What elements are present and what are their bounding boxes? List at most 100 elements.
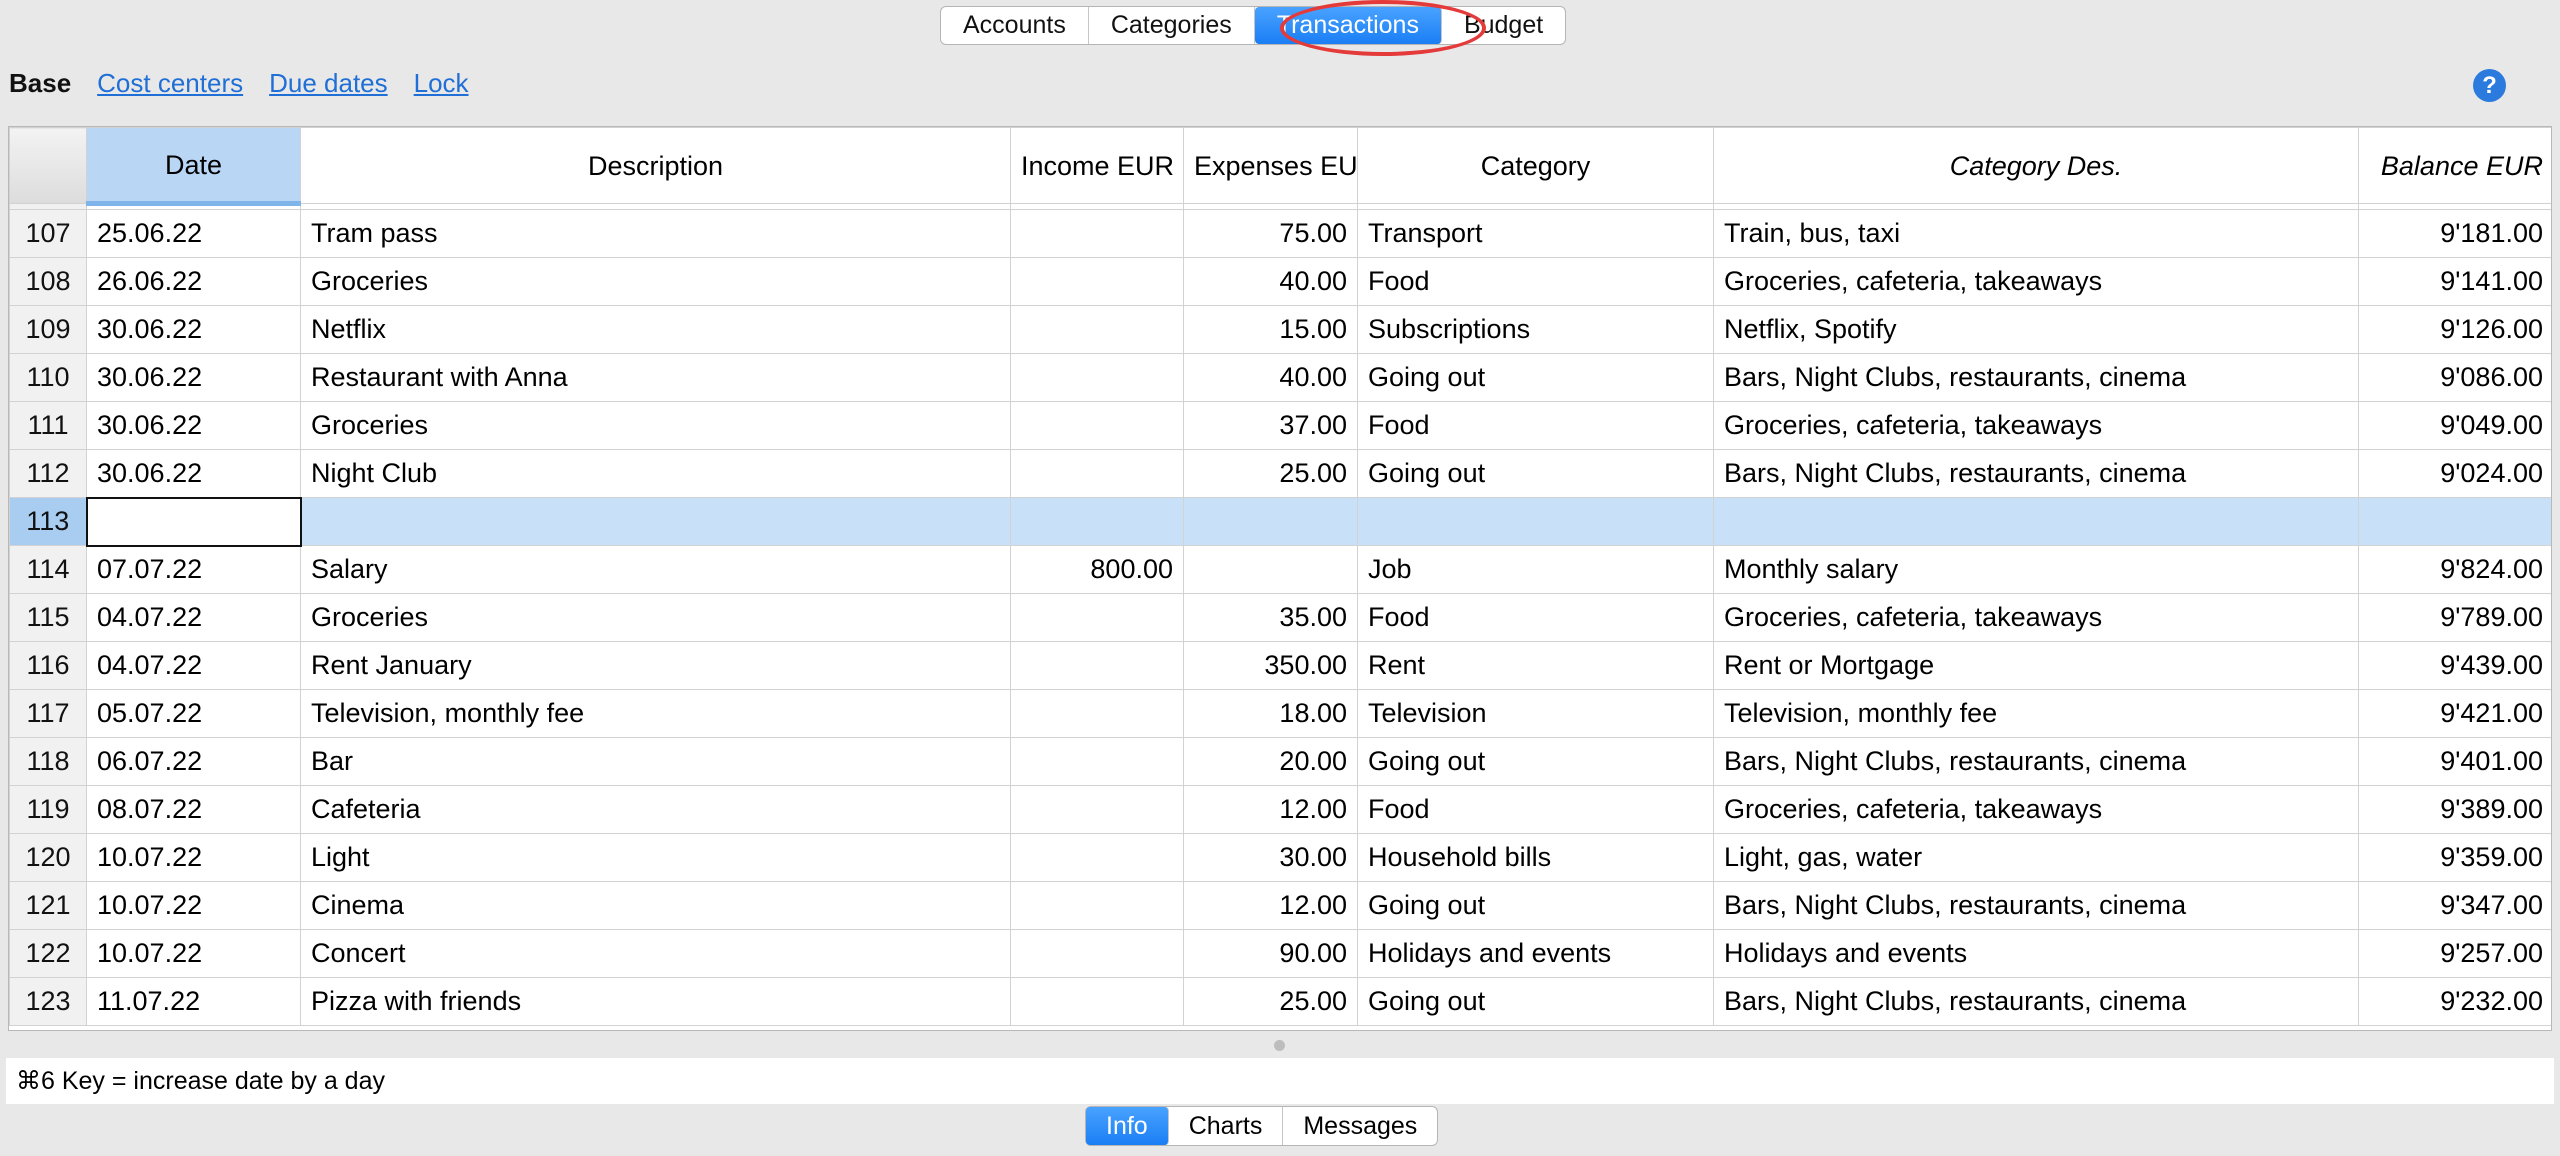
- cell-category[interactable]: Going out: [1357, 449, 1714, 498]
- cell-income[interactable]: [1010, 977, 1184, 1026]
- view-link-due-dates[interactable]: Due dates: [269, 68, 388, 99]
- cell-category-des[interactable]: Light, gas, water: [1713, 833, 2359, 882]
- cell-date[interactable]: 30.06.22: [86, 401, 301, 450]
- cell-expenses[interactable]: 40.00: [1183, 257, 1358, 306]
- cell-category-des[interactable]: Groceries, cafeteria, takeaways: [1713, 257, 2359, 306]
- table-row[interactable]: 116 04.07.22 Rent January 350.00 Rent Rent or…: [9, 641, 2551, 690]
- cell-expenses[interactable]: 35.00: [1183, 593, 1358, 642]
- cell-income[interactable]: [1010, 881, 1184, 930]
- help-icon[interactable]: ?: [2473, 69, 2506, 102]
- row-number[interactable]: 110: [9, 353, 87, 402]
- cell-date[interactable]: 08.07.22: [86, 785, 301, 834]
- panel-splitter-handle[interactable]: [1274, 1040, 1285, 1051]
- cell-balance[interactable]: 9'257.00: [2358, 929, 2551, 978]
- cell-balance[interactable]: 9'359.00: [2358, 833, 2551, 882]
- table-row[interactable]: 107 25.06.22 Tram pass 75.00 Transport Train,…: [9, 209, 2551, 258]
- cell-category[interactable]: Subscriptions: [1357, 305, 1714, 354]
- row-number[interactable]: 115: [9, 593, 87, 642]
- cell-expenses[interactable]: 12.00: [1183, 881, 1358, 930]
- cell-category[interactable]: Television: [1357, 689, 1714, 738]
- cell-category-des[interactable]: Rent or Mortgage: [1713, 641, 2359, 690]
- cell-category[interactable]: Holidays and events: [1357, 929, 1714, 978]
- row-number[interactable]: 107: [9, 209, 87, 258]
- cell-category-des[interactable]: Monthly salary: [1713, 545, 2359, 594]
- cell-expenses[interactable]: [1183, 497, 1358, 546]
- cell-income[interactable]: [1010, 449, 1184, 498]
- cell-balance[interactable]: [2358, 497, 2551, 546]
- cell-date[interactable]: 30.06.22: [86, 449, 301, 498]
- cell-date[interactable]: 06.07.22: [86, 737, 301, 786]
- tab-info[interactable]: Info: [1086, 1107, 1169, 1145]
- cell-expenses[interactable]: 15.00: [1183, 305, 1358, 354]
- cell-income[interactable]: [1010, 737, 1184, 786]
- cell-date[interactable]: 05.07.22: [86, 689, 301, 738]
- cell-category-des[interactable]: Bars, Night Clubs, restaurants, cinema: [1713, 737, 2359, 786]
- cell-income[interactable]: [1010, 305, 1184, 354]
- cell-description[interactable]: Groceries: [300, 401, 1011, 450]
- cell-category-des[interactable]: Groceries, cafeteria, takeaways: [1713, 785, 2359, 834]
- cell-description[interactable]: Cafeteria: [300, 785, 1011, 834]
- cell-date[interactable]: [85, 496, 302, 547]
- table-row[interactable]: 112 30.06.22 Night Club 25.00 Going out Bars,…: [9, 449, 2551, 498]
- row-number[interactable]: 108: [9, 257, 87, 306]
- table-row[interactable]: 113: [9, 496, 2551, 547]
- row-number[interactable]: 120: [9, 833, 87, 882]
- cell-description[interactable]: Rent January: [300, 641, 1011, 690]
- cell-description[interactable]: Concert: [300, 929, 1011, 978]
- cell-income[interactable]: [1010, 785, 1184, 834]
- cell-description[interactable]: Night Club: [300, 449, 1011, 498]
- cell-income[interactable]: [1010, 401, 1184, 450]
- cell-category-des[interactable]: Groceries, cafeteria, takeaways: [1713, 401, 2359, 450]
- table-row[interactable]: 120 10.07.22 Light 30.00 Household bills Ligh…: [9, 833, 2551, 882]
- table-row[interactable]: 111 30.06.22 Groceries 37.00 Food Groceries, …: [9, 401, 2551, 450]
- cell-date[interactable]: 04.07.22: [86, 641, 301, 690]
- cell-balance[interactable]: 9'086.00: [2358, 353, 2551, 402]
- cell-balance[interactable]: 9'824.00: [2358, 545, 2551, 594]
- cell-income[interactable]: [1010, 641, 1184, 690]
- tab-accounts[interactable]: Accounts: [941, 7, 1089, 44]
- cell-category[interactable]: Food: [1357, 257, 1714, 306]
- cell-date[interactable]: 25.06.22: [86, 209, 301, 258]
- cell-income[interactable]: 800.00: [1010, 545, 1184, 594]
- cell-category[interactable]: Rent: [1357, 641, 1714, 690]
- row-number[interactable]: 121: [9, 881, 87, 930]
- cell-expenses[interactable]: 12.00: [1183, 785, 1358, 834]
- col-header-date[interactable]: Date: [86, 127, 301, 206]
- row-number[interactable]: 123: [9, 977, 87, 1026]
- col-header-category[interactable]: Category: [1357, 127, 1714, 204]
- cell-category[interactable]: Transport: [1357, 209, 1714, 258]
- cell-category-des[interactable]: [1713, 497, 2359, 546]
- cell-category[interactable]: Food: [1357, 401, 1714, 450]
- view-base[interactable]: Base: [9, 68, 71, 99]
- cell-category-des[interactable]: Television, monthly fee: [1713, 689, 2359, 738]
- cell-balance[interactable]: 9'401.00: [2358, 737, 2551, 786]
- cell-income[interactable]: [1010, 353, 1184, 402]
- table-row[interactable]: 115 04.07.22 Groceries 35.00 Food Groceries, …: [9, 593, 2551, 642]
- tab-charts[interactable]: Charts: [1169, 1107, 1284, 1145]
- cell-expenses[interactable]: 90.00: [1183, 929, 1358, 978]
- cell-description[interactable]: Light: [300, 833, 1011, 882]
- cell-income[interactable]: [1010, 929, 1184, 978]
- cell-description[interactable]: Tram pass: [300, 209, 1011, 258]
- table-row[interactable]: 117 05.07.22 Television, monthly fee 18.00 T…: [9, 689, 2551, 738]
- cell-balance[interactable]: 9'421.00: [2358, 689, 2551, 738]
- cell-income[interactable]: [1010, 209, 1184, 258]
- table-row[interactable]: 109 30.06.22 Netflix 15.00 Subscriptions Netf…: [9, 305, 2551, 354]
- col-header-income[interactable]: Income EUR: [1010, 127, 1184, 204]
- cell-expenses[interactable]: 40.00: [1183, 353, 1358, 402]
- table-row[interactable]: 121 10.07.22 Cinema 12.00 Going out Bars, Nig…: [9, 881, 2551, 930]
- cell-expenses[interactable]: 37.00: [1183, 401, 1358, 450]
- cell-date[interactable]: 30.06.22: [86, 305, 301, 354]
- cell-category[interactable]: Going out: [1357, 881, 1714, 930]
- cell-description[interactable]: [300, 497, 1011, 546]
- cell-description[interactable]: Groceries: [300, 593, 1011, 642]
- cell-expenses[interactable]: 30.00: [1183, 833, 1358, 882]
- table-row[interactable]: 123 11.07.22 Pizza with friends 25.00 Going …: [9, 977, 2551, 1026]
- row-number-header[interactable]: [9, 127, 87, 204]
- cell-category-des[interactable]: Bars, Night Clubs, restaurants, cinema: [1713, 449, 2359, 498]
- row-number[interactable]: 112: [9, 449, 87, 498]
- cell-category-des[interactable]: Bars, Night Clubs, restaurants, cinema: [1713, 881, 2359, 930]
- cell-expenses[interactable]: 25.00: [1183, 449, 1358, 498]
- cell-balance[interactable]: 9'439.00: [2358, 641, 2551, 690]
- col-header-category-des[interactable]: Category Des.: [1713, 127, 2359, 204]
